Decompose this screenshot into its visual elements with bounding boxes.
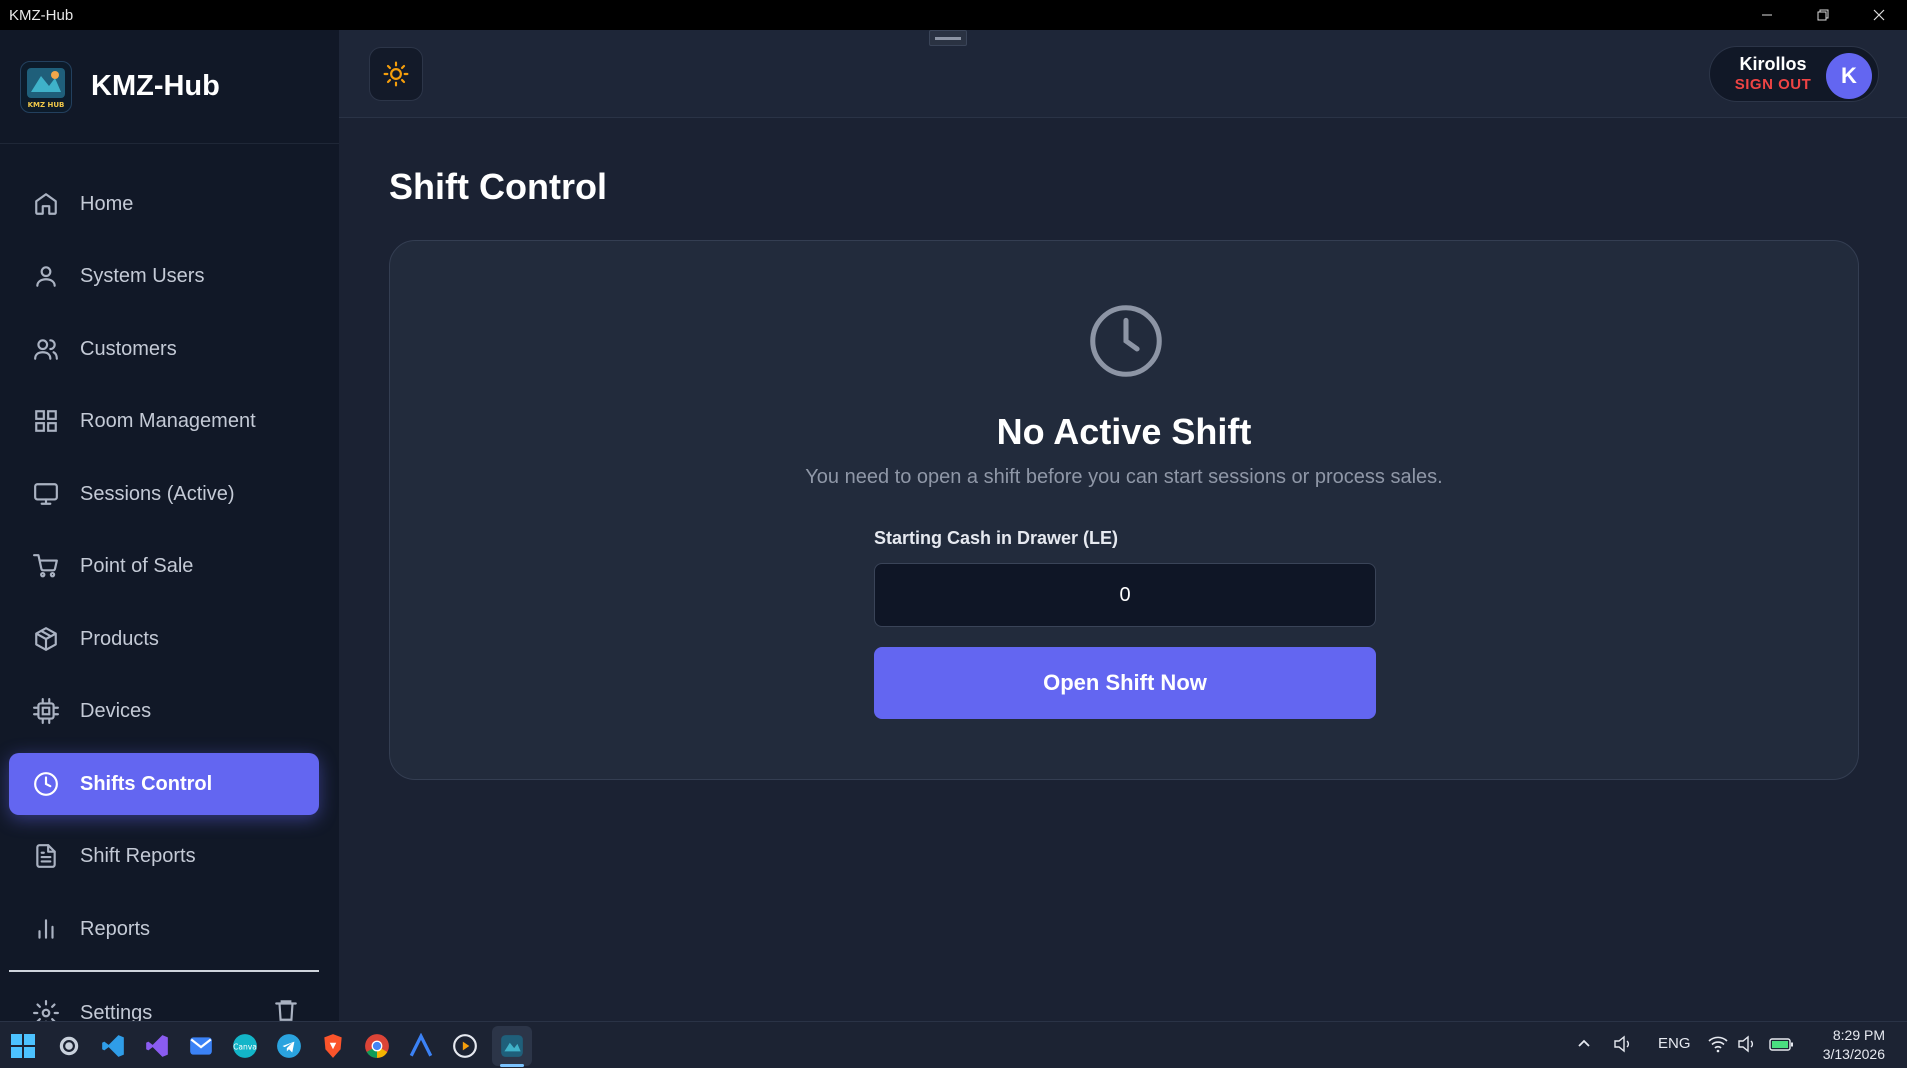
sidebar-item-label: Home xyxy=(80,192,134,215)
taskbar: Canva ENG 8:29 PM 3/13/2026 xyxy=(0,1021,1907,1068)
minimize-icon xyxy=(1762,14,1772,16)
drag-handle[interactable] xyxy=(929,30,967,46)
a-app-icon[interactable] xyxy=(406,1031,436,1061)
restore-button[interactable] xyxy=(1795,0,1851,30)
page-title: Shift Control xyxy=(389,166,607,207)
media-player-icon[interactable] xyxy=(450,1031,480,1061)
close-button[interactable] xyxy=(1851,0,1907,30)
language-indicator[interactable]: ENG xyxy=(1658,1035,1691,1052)
settings-app-icon[interactable] xyxy=(54,1031,84,1061)
gear-icon xyxy=(33,1000,59,1021)
brand-name: KMZ-Hub xyxy=(91,70,220,102)
mail-app-icon[interactable] xyxy=(186,1031,216,1061)
windows-start-icon[interactable] xyxy=(8,1031,38,1061)
sidebar: KMZ HUB KMZ-Hub Home System Users Custom… xyxy=(0,30,339,1021)
user-menu: Kirollos SIGN OUT K xyxy=(1709,46,1879,102)
sidebar-item-shifts-control[interactable]: Shifts Control xyxy=(9,753,319,815)
sign-out-button[interactable]: SIGN OUT xyxy=(1718,75,1828,94)
open-shift-button[interactable]: Open Shift Now xyxy=(874,647,1376,719)
sidebar-item-label: Reports xyxy=(80,917,151,940)
sidebar-item-point-of-sale[interactable]: Point of Sale xyxy=(9,535,319,597)
sidebar-item-shift-reports[interactable]: Shift Reports xyxy=(9,825,319,887)
sidebar-item-reports[interactable]: Reports xyxy=(9,898,319,960)
svg-text:KMZ HUB: KMZ HUB xyxy=(28,101,65,109)
sidebar-item-label: Point of Sale xyxy=(80,554,194,577)
chrome-icon[interactable] xyxy=(362,1031,392,1061)
vscode-icon[interactable] xyxy=(98,1031,128,1061)
empty-state-subtitle: You need to open a shift before you can … xyxy=(805,466,1443,488)
battery-icon[interactable] xyxy=(1769,1035,1795,1053)
shift-card: No Active Shift You need to open a shift… xyxy=(389,240,1859,780)
starting-cash-label: Starting Cash in Drawer (LE) xyxy=(874,528,1119,548)
sidebar-item-products[interactable]: Products xyxy=(9,608,319,670)
speaker-icon[interactable] xyxy=(1613,1035,1633,1053)
sidebar-item-label: Products xyxy=(80,627,159,650)
sidebar-item-home[interactable]: Home xyxy=(9,173,319,235)
clock-time: 8:29 PM xyxy=(1832,1027,1885,1043)
package-icon xyxy=(35,627,57,651)
users-icon xyxy=(34,339,58,360)
brave-icon[interactable] xyxy=(318,1031,348,1061)
user-icon xyxy=(36,266,56,287)
restore-icon xyxy=(1817,9,1829,21)
user-name: Kirollos xyxy=(1739,54,1807,74)
sidebar-item-room-management[interactable]: Room Management xyxy=(9,390,319,452)
bar-chart-icon xyxy=(38,919,54,939)
sidebar-item-label: Customers xyxy=(80,337,177,360)
close-icon xyxy=(1873,9,1885,21)
telegram-icon[interactable] xyxy=(274,1031,304,1061)
monitor-icon xyxy=(34,483,58,505)
sun-icon xyxy=(383,61,409,87)
clock-icon xyxy=(34,772,58,796)
system-clock[interactable]: 8:29 PM 3/13/2026 xyxy=(1823,1026,1885,1064)
file-text-icon xyxy=(36,844,56,868)
cart-icon xyxy=(33,554,58,578)
volume-icon[interactable] xyxy=(1737,1035,1757,1053)
sidebar-item-label: Shifts Control xyxy=(80,772,213,795)
home-icon xyxy=(35,193,57,215)
sidebar-item-customers[interactable]: Customers xyxy=(9,318,319,380)
clock-icon xyxy=(1090,305,1162,377)
clock-date: 3/13/2026 xyxy=(1822,1046,1885,1062)
sidebar-divider xyxy=(9,970,319,972)
starting-cash-input[interactable] xyxy=(874,563,1376,627)
visual-studio-icon[interactable] xyxy=(142,1031,172,1061)
sidebar-item-label: System Users xyxy=(80,264,205,287)
avatar[interactable]: K xyxy=(1826,53,1872,99)
sidebar-item-label: Settings xyxy=(80,1001,153,1022)
sidebar-item-devices[interactable]: Devices xyxy=(9,680,319,742)
app-logo: KMZ HUB xyxy=(20,60,72,113)
sidebar-item-label: Devices xyxy=(80,699,152,722)
empty-state-title: No Active Shift xyxy=(996,411,1252,452)
sidebar-item-label: Shift Reports xyxy=(80,844,196,867)
kmz-hub-app-icon[interactable] xyxy=(497,1031,527,1061)
wifi-icon[interactable] xyxy=(1708,1035,1728,1053)
tray-chevron-icon[interactable] xyxy=(1576,1035,1592,1051)
sidebar-item-system-users[interactable]: System Users xyxy=(9,245,319,307)
svg-text:Canva: Canva xyxy=(233,1042,257,1051)
window-title: KMZ-Hub xyxy=(9,6,74,24)
grid-icon xyxy=(35,410,57,432)
theme-toggle-button[interactable] xyxy=(369,47,423,101)
top-header: Kirollos SIGN OUT K xyxy=(339,30,1907,118)
sidebar-item-label: Sessions (Active) xyxy=(80,482,235,505)
sidebar-item-label: Room Management xyxy=(80,409,256,432)
trash-icon[interactable] xyxy=(273,997,299,1021)
canva-icon[interactable]: Canva xyxy=(230,1031,260,1061)
window-title-bar: KMZ-Hub xyxy=(0,0,1907,30)
brand: KMZ HUB KMZ-Hub xyxy=(0,30,339,144)
minimize-button[interactable] xyxy=(1739,0,1795,30)
cpu-icon xyxy=(33,698,59,724)
sidebar-item-sessions[interactable]: Sessions (Active) xyxy=(9,463,319,525)
